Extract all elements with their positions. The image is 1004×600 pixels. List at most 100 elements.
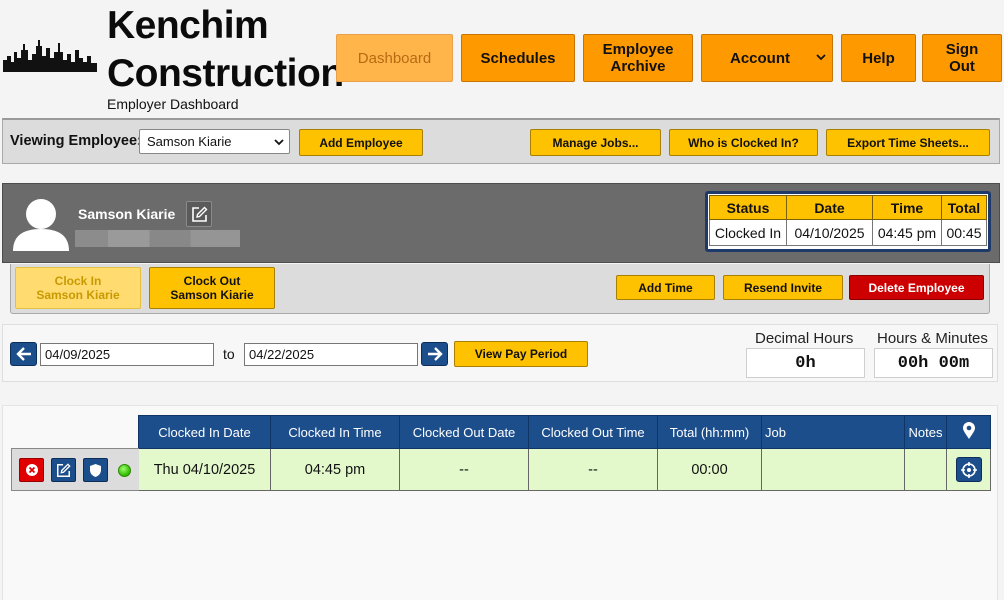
cell-clocked-out-time: -- (528, 448, 658, 491)
col-job[interactable]: Job (761, 415, 905, 449)
arrow-left-icon (15, 347, 31, 361)
nav-schedules-label: Schedules (480, 49, 556, 67)
city-skyline-logo (3, 40, 97, 72)
user-avatar-icon (13, 199, 69, 251)
delete-record-button[interactable] (19, 458, 44, 482)
view-pay-period-button[interactable]: View Pay Period (454, 341, 588, 367)
nav-signout-label-line1: Sign (945, 41, 979, 58)
employee-email-redacted (75, 230, 240, 247)
row-actions (11, 448, 139, 491)
clock-out-label: Clock Out Samson Kiarie (170, 274, 253, 302)
view-location-button[interactable] (955, 457, 982, 482)
chevron-down-icon (816, 54, 826, 61)
add-time-label: Add Time (638, 280, 693, 295)
col-notes[interactable]: Notes (904, 415, 947, 449)
col-clocked-in-time[interactable]: Clocked In Time (270, 415, 400, 449)
nav-dashboard-button[interactable]: Dashboard (336, 34, 453, 82)
hours-minutes-text: 00h 00m (897, 353, 970, 373)
time-value: 04:45 pm (872, 219, 942, 246)
clock-in-button[interactable]: Clock In Samson Kiarie (15, 267, 141, 309)
delete-employee-button[interactable]: Delete Employee (849, 275, 984, 300)
cell-notes (904, 448, 947, 491)
who-is-clocked-in-label: Who is Clocked In? (688, 135, 799, 150)
record-badge-button[interactable] (83, 458, 108, 482)
clocked-in-status-dot (118, 464, 131, 477)
cell-job (761, 448, 905, 491)
clock-in-label-line2: Samson Kiarie (36, 288, 120, 302)
table-header-row: Clocked In Date Clocked In Time Clocked … (138, 415, 991, 449)
who-is-clocked-in-button[interactable]: Who is Clocked In? (669, 129, 818, 156)
company-name-line2: Construction (107, 52, 344, 95)
page-subtitle: Employer Dashboard (107, 96, 239, 112)
decimal-hours-label: Decimal Hours (755, 330, 854, 347)
cell-clocked-in-date: Thu 04/10/2025 (138, 448, 271, 491)
company-name-line1: Kenchim (107, 4, 269, 47)
to-label: to (223, 346, 235, 362)
viewing-employee-bar: Viewing Employee: Samson Kiarie Add Empl… (2, 118, 1000, 164)
col-clocked-out-time[interactable]: Clocked Out Time (528, 415, 658, 449)
add-time-button[interactable]: Add Time (616, 275, 715, 300)
edit-record-button[interactable] (51, 458, 76, 482)
start-date-input[interactable]: 04/09/2025 (40, 343, 214, 366)
clock-in-label: Clock In Samson Kiarie (36, 274, 119, 302)
employee-select[interactable]: Samson Kiarie (139, 129, 290, 154)
delete-employee-label: Delete Employee (868, 280, 965, 295)
start-date-value: 04/09/2025 (45, 347, 111, 362)
nav-help-label: Help (862, 49, 895, 67)
end-date-input[interactable]: 04/22/2025 (244, 343, 418, 366)
nav-dashboard-label: Dashboard (357, 49, 432, 67)
table-row[interactable]: Thu 04/10/2025 04:45 pm -- -- 00:00 (138, 448, 991, 491)
nav-account-dropdown[interactable]: Account (701, 34, 833, 82)
employee-name: Samson Kiarie (78, 206, 176, 222)
clock-in-label-line1: Clock In (54, 274, 102, 288)
nav-signout-label-line2: Out (949, 58, 975, 75)
employee-panel: Samson Kiarie Status Date Time Total Clo… (2, 183, 1000, 263)
add-employee-button[interactable]: Add Employee (299, 129, 423, 156)
date-value: 04/10/2025 (786, 219, 873, 246)
edit-icon (57, 462, 71, 477)
hours-minutes-value: 00h 00m (874, 348, 993, 378)
decimal-hours-value: 0h (746, 348, 865, 378)
clock-out-label-line1: Clock Out (183, 274, 241, 288)
nav-sign-out-button[interactable]: Sign Out (922, 34, 1002, 82)
edit-icon (191, 206, 207, 222)
map-pin-icon (962, 421, 975, 439)
col-clocked-in-date[interactable]: Clocked In Date (138, 415, 271, 449)
nav-archive-label-line1: Employee (602, 41, 674, 58)
clock-out-button[interactable]: Clock Out Samson Kiarie (149, 267, 275, 309)
date-header: Date (786, 195, 873, 220)
company-name: Kenchim Construction (107, 2, 344, 98)
previous-period-button[interactable] (10, 342, 37, 366)
col-location (946, 415, 991, 449)
total-value: 00:45 (941, 219, 987, 246)
total-header: Total (941, 195, 987, 220)
resend-invite-button[interactable]: Resend Invite (723, 275, 843, 300)
end-date-value: 04/22/2025 (249, 347, 315, 362)
clock-out-label-line2: Samson Kiarie (170, 288, 254, 302)
export-time-sheets-button[interactable]: Export Time Sheets... (826, 129, 990, 156)
next-period-button[interactable] (421, 342, 448, 366)
nav-account-label: Account (730, 49, 790, 67)
manage-jobs-button[interactable]: Manage Jobs... (530, 129, 661, 156)
header: Kenchim Construction Employer Dashboard … (0, 0, 1004, 116)
time-header: Time (872, 195, 942, 220)
decimal-hours-text: 0h (795, 353, 816, 373)
col-clocked-out-date[interactable]: Clocked Out Date (399, 415, 529, 449)
nav-schedules-button[interactable]: Schedules (461, 34, 575, 82)
cell-total: 00:00 (657, 448, 762, 491)
nav-archive-label-line2: Archive (610, 58, 666, 75)
clock-action-bar: Clock In Samson Kiarie Clock Out Samson … (10, 264, 990, 314)
resend-invite-label: Resend Invite (743, 280, 823, 295)
nav-help-button[interactable]: Help (841, 34, 916, 82)
col-total[interactable]: Total (hh:mm) (657, 415, 762, 449)
clock-status-table: Status Date Time Total Clocked In 04/10/… (709, 195, 987, 246)
status-header: Status (709, 195, 787, 220)
shield-icon (90, 463, 101, 477)
edit-employee-button[interactable] (186, 201, 212, 227)
cell-clocked-out-date: -- (399, 448, 529, 491)
status-value: Clocked In (709, 219, 787, 246)
nav-employee-archive-button[interactable]: Employee Archive (583, 34, 693, 82)
hours-minutes-label: Hours & Minutes (877, 330, 988, 347)
chevron-down-icon (274, 139, 284, 146)
view-pay-period-label: View Pay Period (474, 347, 568, 361)
